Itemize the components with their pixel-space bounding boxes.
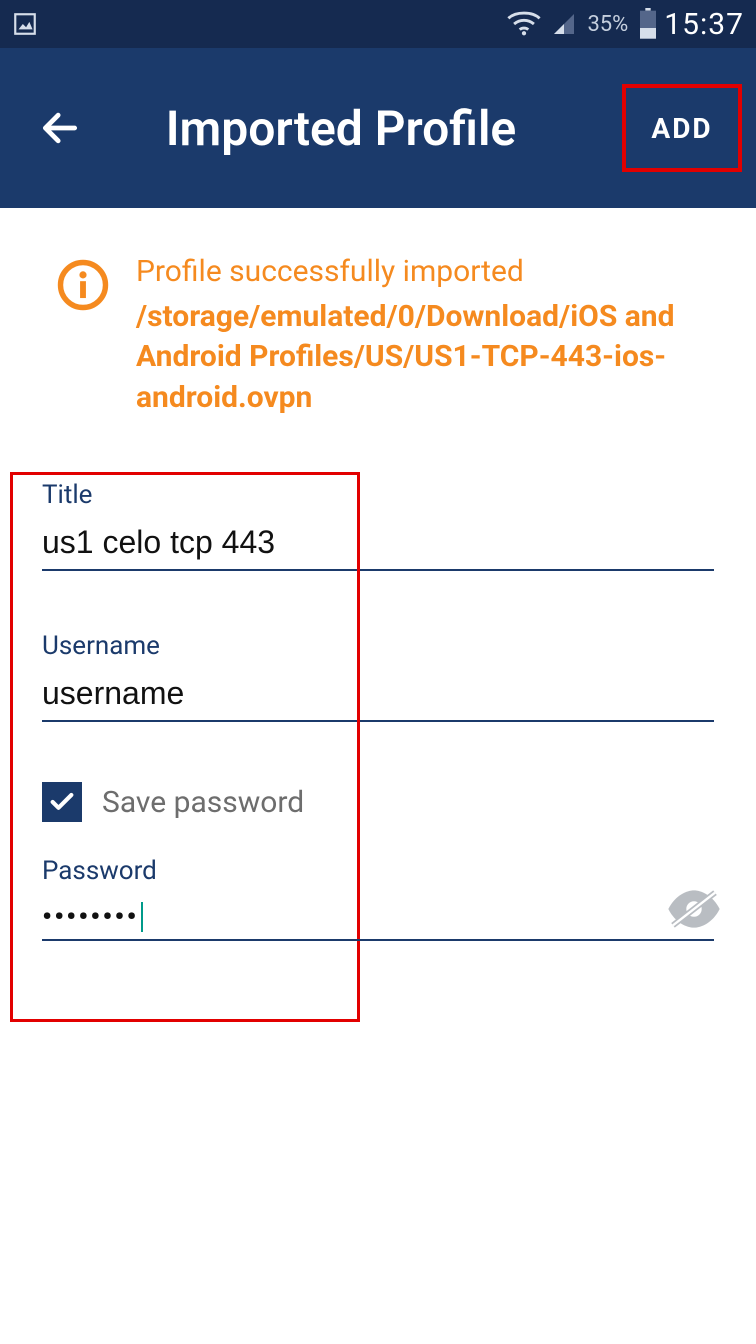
battery-percent-text: 35% xyxy=(587,12,628,37)
title-label: Title xyxy=(42,480,714,510)
password-mask: •••••••• xyxy=(42,900,139,933)
password-input[interactable]: •••••••• xyxy=(42,900,143,937)
notice-path: /storage/emulated/0/Download/iOS and And… xyxy=(136,297,700,419)
title-input[interactable] xyxy=(42,524,714,567)
page-title: Imported Profile xyxy=(60,100,622,157)
info-icon xyxy=(56,258,110,316)
password-label: Password xyxy=(42,856,714,886)
clock-text: 15:37 xyxy=(664,7,744,42)
image-indicator-icon xyxy=(12,11,38,37)
password-field: Password •••••••• xyxy=(42,856,714,941)
notice-heading: Profile successfully imported xyxy=(136,252,700,293)
username-input[interactable] xyxy=(42,675,714,718)
save-password-label: Save password xyxy=(102,785,304,820)
status-bar: 35% 15:37 xyxy=(0,0,756,48)
username-field: Username xyxy=(42,631,714,722)
save-password-checkbox[interactable] xyxy=(42,782,82,822)
cell-signal-icon xyxy=(551,12,577,36)
battery-icon xyxy=(638,8,658,40)
save-password-row: Save password xyxy=(42,782,714,822)
import-success-notice: Profile successfully imported /storage/e… xyxy=(0,208,756,418)
username-label: Username xyxy=(42,631,714,661)
add-button[interactable]: ADD xyxy=(622,84,742,172)
visibility-toggle-icon[interactable] xyxy=(666,889,722,933)
wifi-icon xyxy=(507,11,541,37)
app-bar: Imported Profile ADD xyxy=(0,48,756,208)
text-cursor xyxy=(141,902,143,932)
title-field: Title xyxy=(42,480,714,571)
